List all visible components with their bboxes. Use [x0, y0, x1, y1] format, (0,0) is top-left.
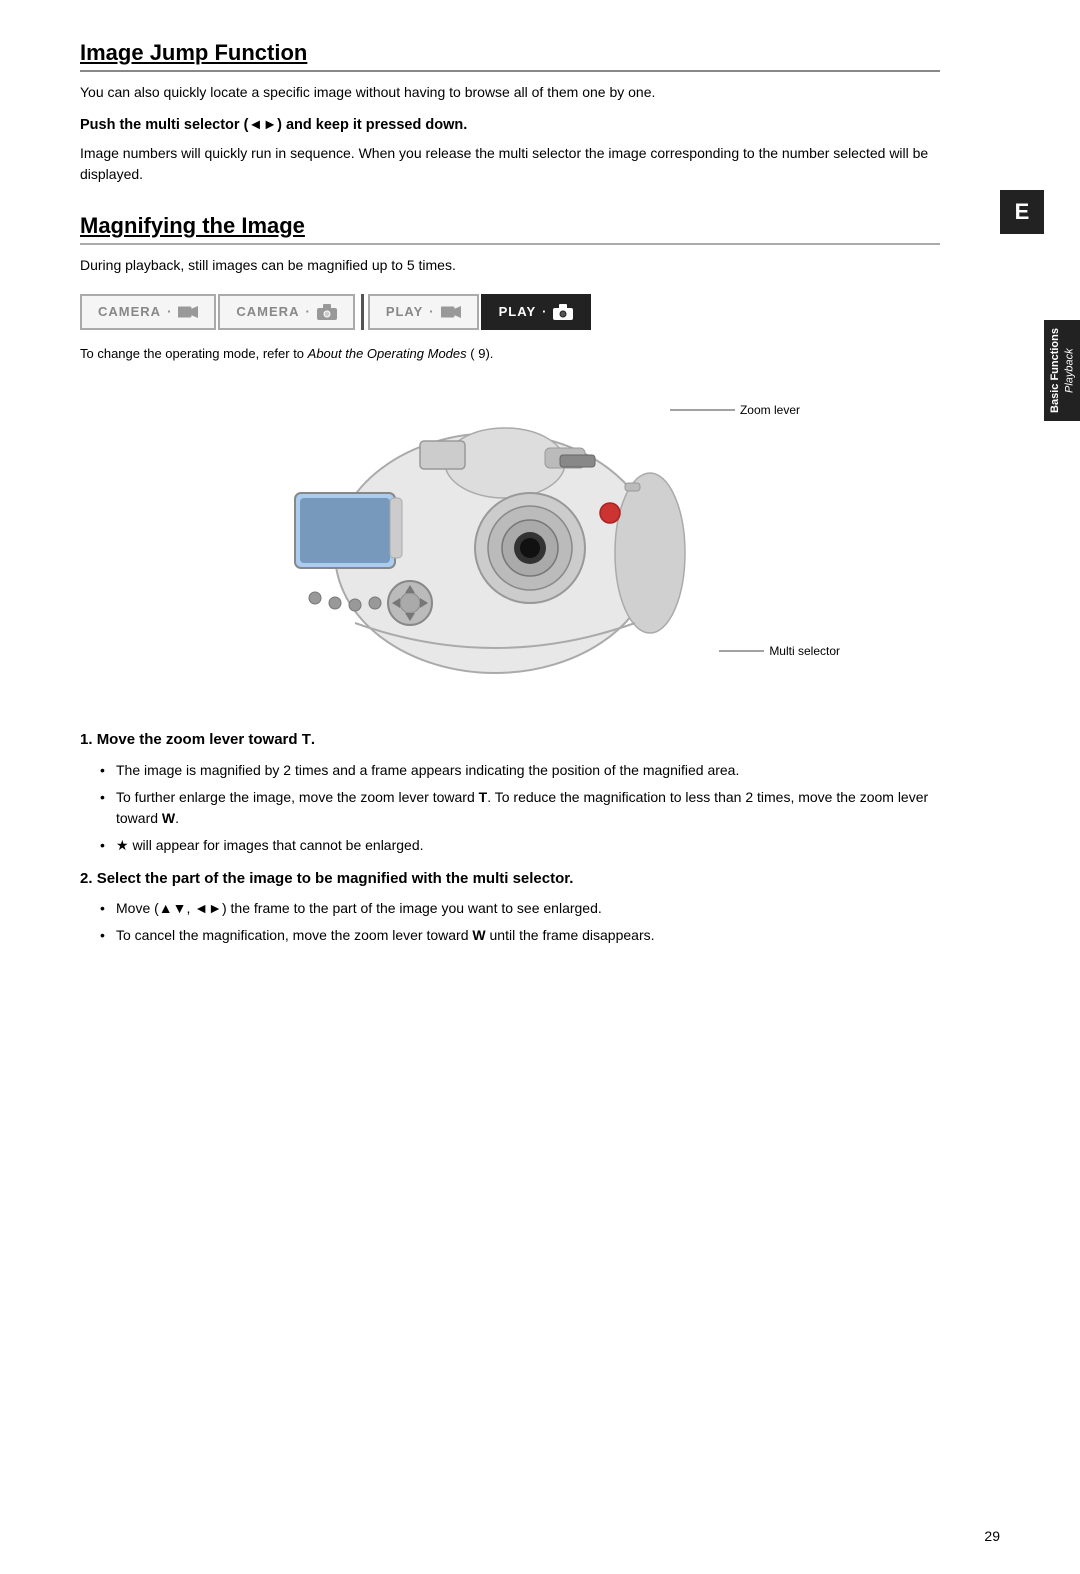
bullet-1-1-text: The image is magnified by 2 times and a …	[116, 762, 739, 778]
bullet-2-1: Move (▲▼, ◄►) the frame to the part of t…	[100, 898, 940, 919]
numbered-section: 1. Move the zoom lever toward T. The ima…	[80, 729, 940, 946]
section2-intro: During playback, still images can be mag…	[80, 255, 940, 276]
page-number: 29	[984, 1528, 1000, 1544]
e-label: E	[1000, 190, 1044, 234]
bullet-1-3: ★ will appear for images that cannot be …	[100, 835, 940, 856]
bullet-list-2: Move (▲▼, ◄►) the frame to the part of t…	[100, 898, 940, 946]
numbered-item-1: 1. Move the zoom lever toward T. The ima…	[80, 729, 940, 856]
bullet-1-1: The image is magnified by 2 times and a …	[100, 760, 940, 781]
e-label-text: E	[1015, 199, 1030, 225]
side-tab: Basic Functions Playback	[1044, 320, 1080, 421]
section1-detail: Image numbers will quickly run in sequen…	[80, 143, 940, 185]
w-symbol-2: W	[472, 927, 485, 943]
camera-illustration	[235, 393, 735, 706]
mode-btn-camera-video: CAMERA ·	[80, 294, 216, 330]
mode-btn-camera-video-label: CAMERA	[98, 304, 161, 319]
numbered-2-number: 2.	[80, 870, 93, 887]
side-tab-text: Basic Functions Playback	[1048, 328, 1077, 413]
numbered-title-2: 2. Select the part of the image to be ma…	[80, 868, 940, 891]
side-tab-line2: Playback	[1063, 348, 1075, 393]
numbered-item-2: 2. Select the part of the image to be ma…	[80, 868, 940, 947]
section1-intro: You can also quickly locate a specific i…	[80, 82, 940, 103]
numbered-1-title: Move the zoom lever toward T.	[97, 731, 315, 748]
video-icon	[178, 305, 198, 319]
mode-btn-play-photo-active: PLAY ·	[481, 294, 592, 330]
mode-btn-camera-photo-label: CAMERA	[236, 304, 299, 319]
numbered-title-1: 1. Move the zoom lever toward T.	[80, 729, 940, 752]
bullet-list-1: The image is magnified by 2 times and a …	[100, 760, 940, 856]
w-symbol-1: W	[162, 810, 175, 826]
mode-divider	[361, 294, 364, 330]
t-symbol-1: T	[479, 789, 488, 805]
zoom-lever-label: Zoom lever	[740, 403, 800, 417]
mode-btn-play-photo-dot: ·	[542, 304, 547, 319]
reference-line: To change the operating mode, refer to A…	[80, 344, 940, 364]
bullet-1-3-text: ★ will appear for images that cannot be …	[116, 837, 424, 853]
bullet-2-2: To cancel the magnification, move the zo…	[100, 925, 940, 946]
multi-selector-label-text: Multi selector	[769, 644, 840, 658]
reference-before: To change the operating mode, refer to	[80, 346, 308, 361]
mode-btn-camera-photo-dot: ·	[305, 304, 310, 319]
mode-btn-play-video-label: PLAY	[386, 304, 423, 319]
multi-selector-label: Multi selector	[769, 644, 840, 658]
bullet-1-2: To further enlarge the image, move the z…	[100, 787, 940, 829]
section1-title: Image Jump Function	[80, 40, 940, 72]
mode-btn-camera-video-dot: ·	[167, 304, 172, 319]
section1-bold-instruction: Push the multi selector (◄►) and keep it…	[80, 115, 940, 137]
zoom-lever-label-text: Zoom lever	[740, 403, 800, 417]
mode-btn-play-video-dot: ·	[429, 304, 434, 319]
section2-title: Magnifying the Image	[80, 213, 940, 245]
diagram-area: Zoom lever Multi selector	[80, 373, 940, 713]
camera-still-icon	[317, 304, 337, 320]
mode-buttons-row: CAMERA · CAMERA ·	[80, 294, 940, 330]
mode-btn-camera-photo: CAMERA ·	[218, 294, 354, 330]
reference-italic: About the Operating Modes	[308, 346, 467, 361]
numbered-2-title: Select the part of the image to be magni…	[97, 870, 574, 887]
reference-end: ( 9).	[467, 346, 494, 361]
numbered-1-number: 1.	[80, 731, 93, 748]
mode-btn-play-photo-label: PLAY	[499, 304, 536, 319]
play-video-icon	[441, 305, 461, 319]
page-container: E Basic Functions Playback Image Jump Fu…	[0, 40, 1080, 1574]
play-camera-icon	[553, 304, 573, 320]
side-tab-line1: Basic Functions	[1049, 328, 1061, 413]
mode-btn-play-video: PLAY ·	[368, 294, 479, 330]
main-content: Image Jump Function You can also quickly…	[80, 40, 1000, 946]
